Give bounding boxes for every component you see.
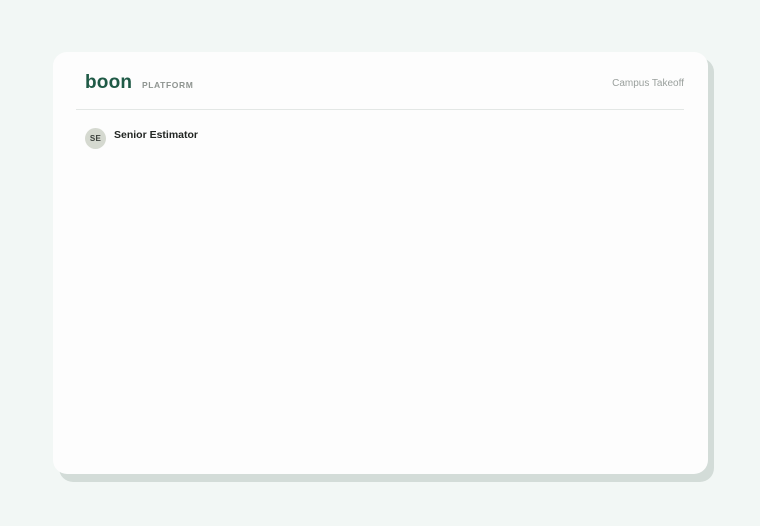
top-bar: boon PLATFORM Campus Takeoff bbox=[76, 52, 684, 110]
project-name: Campus Takeoff bbox=[612, 78, 684, 89]
platform-label: PLATFORM bbox=[142, 80, 194, 90]
user-role: Senior Estimator bbox=[114, 129, 199, 141]
main-card: boon PLATFORM Campus Takeoff SE Senior E… bbox=[53, 52, 708, 474]
brand-logo[interactable]: boon bbox=[85, 72, 132, 94]
avatar: SE bbox=[85, 128, 106, 149]
